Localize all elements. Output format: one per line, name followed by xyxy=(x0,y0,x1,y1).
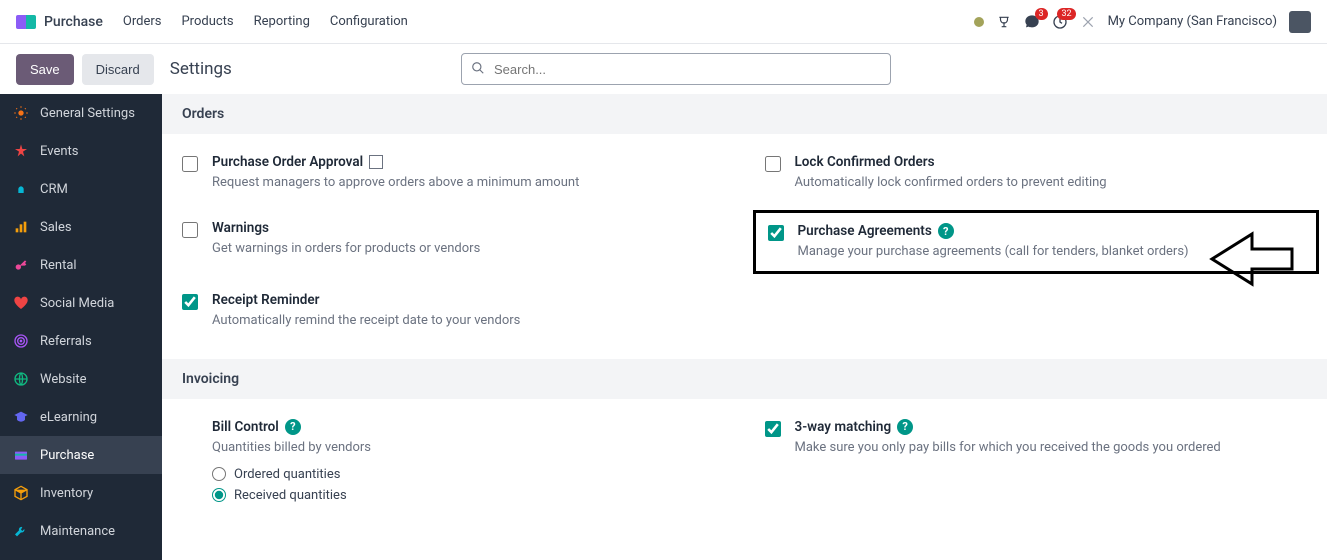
setting-bill-control: Bill Control ? Quantities billed by vend… xyxy=(182,419,725,509)
building-icon xyxy=(369,155,383,169)
discard-button[interactable]: Discard xyxy=(82,54,154,85)
card-icon xyxy=(12,446,30,464)
radio-label: Ordered quantities xyxy=(234,467,340,482)
setting-purchase-order-approval: Purchase Order Approval Request managers… xyxy=(182,154,725,192)
app-name: Purchase xyxy=(44,14,103,30)
activity-badge: 32 xyxy=(1057,8,1075,20)
help-icon[interactable]: ? xyxy=(897,419,913,435)
sidebar: General Settings Events CRM Sales Rental Soci… xyxy=(0,94,162,560)
sidebar-item-referrals[interactable]: Referrals xyxy=(0,322,162,360)
checkbox-receipt-reminder[interactable] xyxy=(182,294,198,310)
nav-reporting[interactable]: Reporting xyxy=(254,14,310,29)
setting-title: Warnings xyxy=(212,220,725,236)
checkbox-3way-matching[interactable] xyxy=(765,421,781,437)
sidebar-item-label: Events xyxy=(40,144,78,159)
chart-icon xyxy=(12,218,30,236)
app-icon xyxy=(16,15,36,29)
checkbox-lock-confirmed-orders[interactable] xyxy=(765,156,781,172)
setting-desc: Automatically remind the receipt date to… xyxy=(212,312,725,330)
sidebar-item-general-settings[interactable]: General Settings xyxy=(0,94,162,132)
globe-icon xyxy=(12,370,30,388)
sidebar-item-manufacturing[interactable]: Manufacturing xyxy=(0,550,162,560)
setting-desc: Make sure you only pay bills for which y… xyxy=(795,439,1308,457)
sidebar-item-inventory[interactable]: Inventory xyxy=(0,474,162,512)
sidebar-item-label: Referrals xyxy=(40,334,92,349)
setting-title: Bill Control xyxy=(212,419,279,435)
setting-3way-matching: 3-way matching ? Make sure you only pay … xyxy=(765,419,1308,509)
nav-products[interactable]: Products xyxy=(181,14,233,29)
help-icon[interactable]: ? xyxy=(938,223,954,239)
setting-desc: Automatically lock confirmed orders to p… xyxy=(795,174,1308,192)
setting-title: Lock Confirmed Orders xyxy=(795,154,1308,170)
sidebar-item-events[interactable]: Events xyxy=(0,132,162,170)
page-title: Settings xyxy=(170,59,232,79)
sidebar-item-label: Rental xyxy=(40,258,77,273)
radio-label: Received quantities xyxy=(234,488,347,503)
sidebar-item-purchase[interactable]: Purchase xyxy=(0,436,162,474)
wrench-icon xyxy=(12,522,30,540)
key-icon xyxy=(12,256,30,274)
top-nav: Purchase Orders Products Reporting Confi… xyxy=(0,0,1327,44)
search-icon xyxy=(471,61,485,79)
sidebar-item-label: eLearning xyxy=(40,410,97,425)
status-dot-icon xyxy=(974,17,984,27)
highlight-annotation: Purchase Agreements ? Manage your purcha… xyxy=(753,210,1320,274)
messages-icon[interactable]: 3 xyxy=(1024,14,1040,30)
sidebar-item-label: Social Media xyxy=(40,296,114,311)
sidebar-item-label: Sales xyxy=(40,220,72,235)
sidebar-item-elearning[interactable]: eLearning xyxy=(0,398,162,436)
tools-icon[interactable] xyxy=(1080,14,1096,30)
nav-orders[interactable]: Orders xyxy=(123,14,162,29)
sidebar-item-crm[interactable]: CRM xyxy=(0,170,162,208)
setting-lock-confirmed-orders: Lock Confirmed Orders Automatically lock… xyxy=(765,154,1308,192)
nav-configuration[interactable]: Configuration xyxy=(330,14,408,29)
checkbox-purchase-agreements[interactable] xyxy=(768,225,784,241)
checkbox-warnings[interactable] xyxy=(182,222,198,238)
sidebar-item-label: Maintenance xyxy=(40,524,115,539)
hands-icon xyxy=(12,180,30,198)
star-icon xyxy=(12,142,30,160)
box-icon xyxy=(12,484,30,502)
setting-desc: Request managers to approve orders above… xyxy=(212,174,725,192)
user-avatar[interactable] xyxy=(1289,11,1311,33)
setting-title: Purchase Agreements xyxy=(798,223,932,239)
sun-icon xyxy=(12,104,30,122)
setting-title: Purchase Order Approval xyxy=(212,154,363,170)
sidebar-item-label: Inventory xyxy=(40,486,93,501)
phone-icon[interactable] xyxy=(996,14,1012,30)
setting-title: 3-way matching xyxy=(795,419,892,435)
sidebar-item-social-media[interactable]: Social Media xyxy=(0,284,162,322)
content: Orders Purchase Order Approval Request m… xyxy=(162,94,1327,560)
cap-icon xyxy=(12,408,30,426)
radio-ordered-quantities[interactable] xyxy=(212,467,226,481)
heart-icon xyxy=(12,294,30,312)
setting-desc: Get warnings in orders for products or v… xyxy=(212,240,725,258)
setting-purchase-agreements: Purchase Agreements ? Manage your purcha… xyxy=(768,223,1305,261)
activity-icon[interactable]: 32 xyxy=(1052,14,1068,30)
save-button[interactable]: Save xyxy=(16,54,74,85)
section-header-invoicing: Invoicing xyxy=(162,359,1327,399)
messages-badge: 3 xyxy=(1035,8,1048,20)
setting-title: Receipt Reminder xyxy=(212,292,725,308)
radio-received-quantities[interactable] xyxy=(212,488,226,502)
checkbox-purchase-order-approval[interactable] xyxy=(182,156,198,172)
company-name[interactable]: My Company (San Francisco) xyxy=(1108,14,1277,29)
setting-receipt-reminder: Receipt Reminder Automatically remind th… xyxy=(182,292,725,330)
help-icon[interactable]: ? xyxy=(285,419,301,435)
sidebar-item-maintenance[interactable]: Maintenance xyxy=(0,512,162,550)
sidebar-item-rental[interactable]: Rental xyxy=(0,246,162,284)
sidebar-item-label: General Settings xyxy=(40,106,135,121)
setting-desc: Quantities billed by vendors xyxy=(212,439,725,457)
action-bar: Save Discard Settings xyxy=(0,44,1327,94)
sidebar-item-label: CRM xyxy=(40,182,68,197)
search-input[interactable] xyxy=(461,53,891,85)
sidebar-item-label: Purchase xyxy=(40,448,94,463)
sidebar-item-label: Website xyxy=(40,372,87,387)
sidebar-item-website[interactable]: Website xyxy=(0,360,162,398)
setting-warnings: Warnings Get warnings in orders for prod… xyxy=(182,220,725,264)
section-header-orders: Orders xyxy=(162,94,1327,134)
target-icon xyxy=(12,332,30,350)
sidebar-item-sales[interactable]: Sales xyxy=(0,208,162,246)
setting-desc: Manage your purchase agreements (call fo… xyxy=(798,243,1305,261)
